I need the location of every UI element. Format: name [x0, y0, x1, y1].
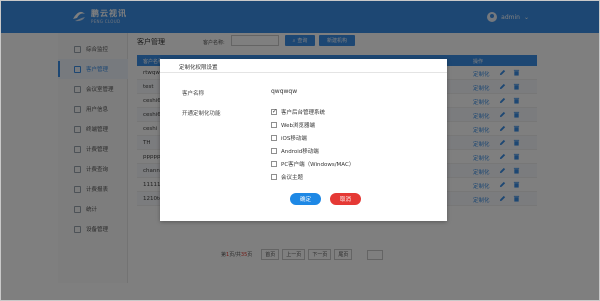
- dialog-header: 定制化权限设置: [160, 59, 447, 73]
- option-label: Android移动端: [281, 148, 319, 155]
- customer-name-value: qwqwqw: [271, 88, 298, 95]
- checkbox[interactable]: [271, 173, 277, 180]
- option-android[interactable]: Android移动端: [271, 146, 319, 155]
- confirm-button[interactable]: 确定: [290, 193, 321, 205]
- checkbox[interactable]: [271, 108, 277, 115]
- option-label: 客户后台管理系统: [281, 109, 326, 116]
- checkbox[interactable]: [271, 121, 277, 128]
- option-label: iOS移动端: [281, 135, 307, 142]
- option-admin-system[interactable]: 客户后台管理系统: [271, 107, 325, 116]
- customization-dialog: 定制化权限设置 客户名称 qwqwqw 开通定制化功能 客户后台管理系统 Web…: [160, 59, 447, 221]
- option-pc-client[interactable]: PC客户端（Windows/MAC）: [271, 159, 354, 168]
- option-meeting-theme[interactable]: 会议主题: [271, 172, 303, 181]
- customer-name-label: 客户名称: [182, 91, 205, 97]
- option-ios[interactable]: iOS移动端: [271, 133, 307, 142]
- checkbox[interactable]: [271, 147, 277, 154]
- checkbox[interactable]: [271, 160, 277, 167]
- app-frame: 鹏云视讯 PENG CLOUD admin ⌄ 综合监控 客户管理 会议室管理 …: [0, 0, 600, 301]
- option-label: PC客户端（Windows/MAC）: [281, 161, 355, 168]
- option-label: 会议主题: [281, 174, 304, 181]
- dialog-title: 定制化权限设置: [179, 65, 218, 71]
- enable-features-label: 开通定制化功能: [182, 111, 221, 117]
- checkbox[interactable]: [271, 134, 277, 141]
- option-label: Web浏览器端: [281, 122, 315, 129]
- cancel-button[interactable]: 取消: [330, 193, 361, 205]
- option-web-browser[interactable]: Web浏览器端: [271, 120, 315, 129]
